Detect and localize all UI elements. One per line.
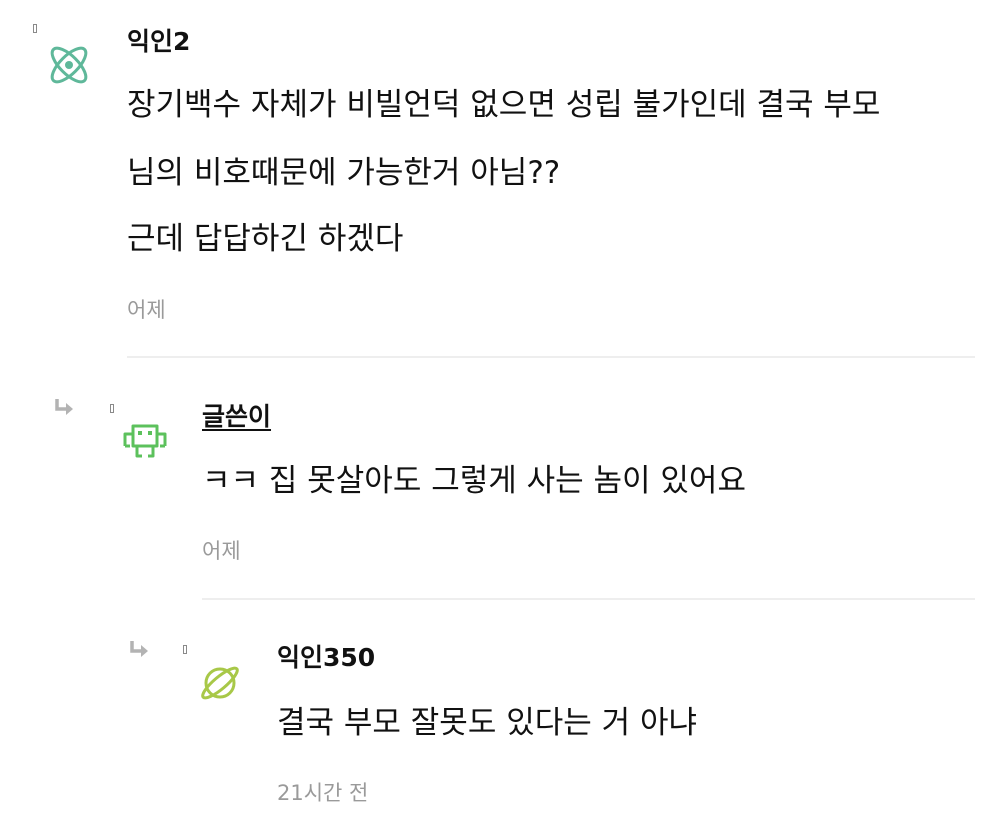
- badge-marker: [33, 24, 37, 33]
- comment-timestamp: 어제: [127, 298, 166, 322]
- comment-author[interactable]: 익인2: [127, 27, 190, 57]
- badge-marker: [110, 404, 114, 413]
- comment-author[interactable]: 익인350: [277, 643, 375, 673]
- comment-text-line: 결국 부모 잘못도 있다는 거 아냐: [277, 705, 698, 741]
- atom-icon: [50, 46, 88, 84]
- comment-timestamp: 21시간 전: [277, 781, 369, 805]
- comment-timestamp: 어제: [202, 539, 241, 563]
- comment-text-line: 님의 비호때문에 가능한거 아님??: [127, 155, 561, 191]
- reply-arrow-icon: [130, 641, 148, 657]
- divider: [127, 356, 975, 358]
- comment-thread: 익인2 장기백수 자체가 비빌언덕 없으면 성립 불가인데 결국 부모 님의 비…: [0, 0, 1000, 828]
- planet-icon: [201, 666, 239, 700]
- reply-arrow-icon: [55, 399, 73, 415]
- space-invader-icon: [123, 424, 167, 458]
- comment-text-line: 근데 답답하긴 하겠다: [127, 221, 404, 257]
- badge-marker: [183, 645, 187, 654]
- comment-text-line: ㅋㅋ 집 못살아도 그렇게 사는 놈이 있어요: [202, 463, 746, 499]
- comment-author[interactable]: 글쓴이: [202, 402, 271, 432]
- divider: [202, 598, 975, 600]
- comment-text-line: 장기백수 자체가 비빌언덕 없으면 성립 불가인데 결국 부모: [127, 87, 881, 123]
